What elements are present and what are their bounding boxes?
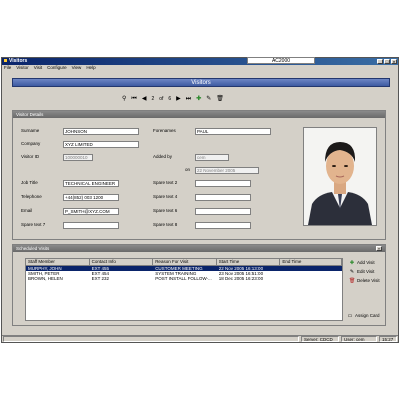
scheduled-visits-heading: Scheduled Visits <box>13 245 385 252</box>
column-start-time[interactable]: Start Time <box>217 259 281 265</box>
collapse-visits-button[interactable]: « <box>376 246 382 251</box>
spare-text-6-field[interactable] <box>195 208 251 215</box>
visitor-details-panel: Visitor Details Surname JOHNSON Forename… <box>12 110 386 240</box>
card-icon: ▭ <box>347 313 353 319</box>
add-record-icon[interactable]: ✚ <box>196 96 201 102</box>
edit-visit-button[interactable]: ✎ Edit Visit <box>349 269 375 275</box>
cell-reason: POST INSTALL FOLLOW-... <box>155 276 212 281</box>
menu-file[interactable]: File <box>4 65 11 71</box>
visitor-id-label: Visitor ID <box>21 154 40 159</box>
visitor-details-heading: Visitor Details <box>13 111 385 118</box>
page-title: Visitors <box>12 78 390 87</box>
binoculars-icon[interactable]: ⚲ <box>122 96 126 102</box>
telephone-label: Telephone <box>21 194 42 199</box>
cell-start: 18 Dec 2005 16:23:00 <box>218 276 264 281</box>
spare-text-8-field[interactable] <box>195 222 251 229</box>
add-visit-label: Add Visit <box>357 260 375 265</box>
status-server: Server: CDCD <box>301 336 339 342</box>
close-button[interactable]: × <box>391 59 397 64</box>
cell-contact: EXT 232 <box>91 276 110 281</box>
spare-text-2-label: Spare text 2 <box>153 180 178 185</box>
menu-bar: File Visitor Visit Configure View Help <box>2 65 398 71</box>
add-visit-button[interactable]: ✚ Add Visit <box>349 260 375 266</box>
record-navigator: ⚲ ⏮ ◀ 2 of 6 ▶ ⏭ ✚ ✎ 🗑 <box>122 95 224 103</box>
spare-text-4-label: Spare text 4 <box>153 194 178 199</box>
visits-table-header: Staff Member Contact Info Reason For Vis… <box>26 259 342 266</box>
spare-text-8-label: Spare text 8 <box>153 222 178 227</box>
forenames-label: Forenames <box>153 128 176 133</box>
previous-record-icon[interactable]: ◀ <box>142 96 147 102</box>
app-icon <box>4 59 7 63</box>
spare-text-6-label: Spare text 6 <box>153 208 178 213</box>
last-record-icon[interactable]: ⏭ <box>186 96 191 102</box>
status-time: 15:27 <box>379 336 397 342</box>
of-label: of <box>159 96 164 102</box>
delete-icon: 🗑 <box>349 278 356 284</box>
spare-text-7-label: Spare text 7 <box>21 222 46 227</box>
column-staff-member[interactable]: Staff Member <box>26 259 90 265</box>
added-on-label: on <box>185 167 191 172</box>
column-reason[interactable]: Reason For Visit <box>153 259 217 265</box>
assign-card-button[interactable]: ▭ Assign Card <box>347 313 380 319</box>
total-records: 6 <box>168 96 172 102</box>
table-row[interactable]: BROWN, HELEN EXT 232 POST INSTALL FOLLOW… <box>26 276 342 281</box>
status-empty <box>3 336 299 342</box>
telephone-field[interactable]: +44(852) 003 1200 <box>63 194 119 201</box>
maximize-button[interactable]: □ <box>384 59 390 64</box>
column-end-time[interactable]: End Time <box>280 259 342 265</box>
visitor-photo-image <box>304 128 376 225</box>
column-contact-info[interactable]: Contact Info <box>90 259 154 265</box>
menu-configure[interactable]: Configure <box>47 65 67 71</box>
app-name-box: AC2000 <box>247 57 315 64</box>
edit-icon: ✎ <box>349 269 355 275</box>
menu-view[interactable]: View <box>72 65 82 71</box>
spare-text-4-field[interactable] <box>195 194 251 201</box>
surname-field[interactable]: JOHNSON <box>63 128 139 135</box>
cell-staff: BROWN, HELEN <box>28 276 63 281</box>
company-field[interactable]: XYZ LIMITED <box>63 141 139 148</box>
first-record-icon[interactable]: ⏮ <box>131 96 136 102</box>
job-title-label: Job Title <box>21 180 38 185</box>
visits-table: Staff Member Contact Info Reason For Vis… <box>25 258 343 321</box>
spare-text-7-field[interactable] <box>63 222 119 229</box>
edit-visit-label: Edit Visit <box>357 269 375 274</box>
status-user: User: cem <box>341 336 377 342</box>
company-label: Company <box>21 141 41 146</box>
add-icon: ✚ <box>349 260 355 266</box>
visitor-id-field: 100000010 <box>63 154 93 161</box>
minimize-button[interactable]: _ <box>377 59 383 64</box>
added-by-label: Added by <box>153 154 173 159</box>
title-bar: Visitors _ □ × <box>2 58 398 65</box>
cell-end <box>280 276 342 281</box>
spare-text-2-field[interactable] <box>195 180 251 187</box>
added-on-field: 22 November 2005 <box>195 167 259 174</box>
scheduled-visits-panel: Scheduled Visits « Staff Member Contact … <box>12 244 386 326</box>
added-by-field: cem <box>195 154 229 161</box>
status-bar: Server: CDCD User: cem 15:27 <box>2 335 398 342</box>
email-label: Email <box>21 208 33 213</box>
menu-visitor[interactable]: Visitor <box>16 65 28 71</box>
window-title: Visitors <box>9 58 28 64</box>
assign-card-label: Assign Card <box>355 313 380 318</box>
visitors-window: Visitors _ □ × File Visitor Visit Config… <box>1 57 399 343</box>
email-field[interactable]: P_SMITH@XYZ.COM <box>63 208 119 215</box>
menu-help[interactable]: Help <box>86 65 95 71</box>
menu-visit[interactable]: Visit <box>34 65 42 71</box>
surname-label: Surname <box>21 128 40 133</box>
delete-visit-button[interactable]: 🗑 Delete Visit <box>349 278 380 284</box>
forenames-field[interactable]: PAUL <box>195 128 271 135</box>
delete-visit-label: Delete Visit <box>357 278 380 283</box>
visitor-photo <box>303 127 377 226</box>
current-record: 2 <box>151 96 155 102</box>
job-title-field[interactable]: TECHNICAL ENGINEER <box>63 180 119 187</box>
delete-record-icon[interactable]: 🗑 <box>216 96 224 102</box>
next-record-icon[interactable]: ▶ <box>176 96 181 102</box>
edit-record-icon[interactable]: ✎ <box>206 96 211 102</box>
